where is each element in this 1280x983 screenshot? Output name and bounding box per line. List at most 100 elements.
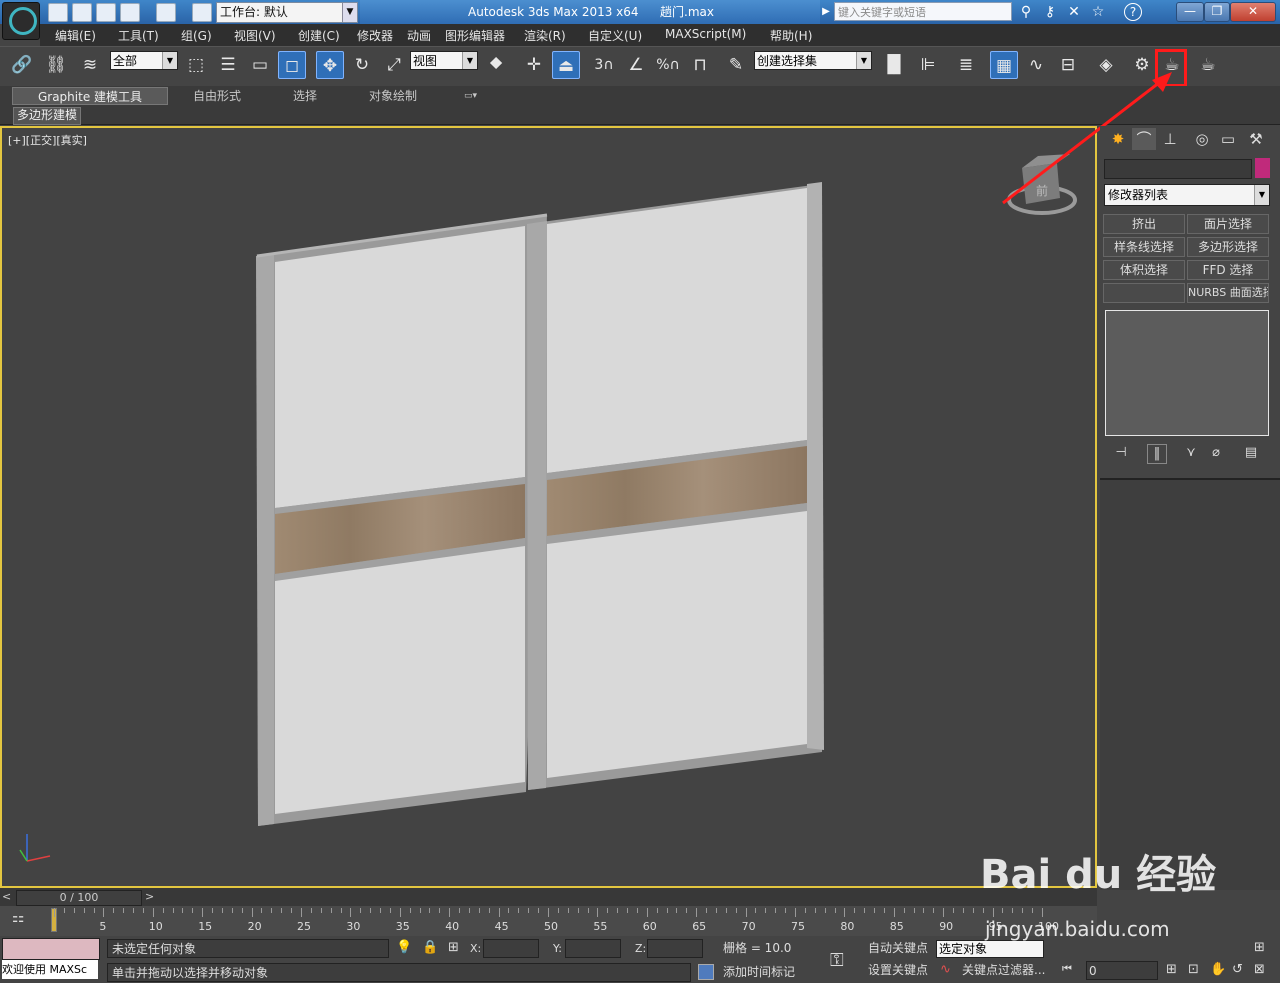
tools-icon[interactable]: ✕ — [1064, 3, 1084, 21]
schematic-view-icon[interactable]: ⊟ — [1054, 51, 1082, 79]
time-slider[interactable]: < 0 / 100 > — [0, 888, 1097, 906]
motion-tab-icon[interactable]: ◎ — [1190, 128, 1214, 150]
star-icon[interactable]: ☆ — [1088, 3, 1108, 21]
pivot-center-icon[interactable]: ⯁ — [482, 51, 510, 79]
redo-icon[interactable] — [156, 3, 176, 22]
key-mode-icon[interactable]: ⚿ — [830, 950, 844, 971]
menu-views[interactable]: 视图(V) — [234, 27, 276, 44]
time-tag-icon[interactable] — [698, 964, 714, 980]
orbit-icon[interactable]: ↺ — [1232, 962, 1243, 977]
isolate-selection-icon[interactable]: 💡 — [396, 940, 412, 955]
menu-modifiers[interactable]: 修改器 — [357, 27, 393, 44]
show-end-result-icon[interactable]: ‖ — [1147, 444, 1167, 464]
select-move-icon[interactable]: ✥ — [316, 51, 344, 79]
menu-create[interactable]: 创建(C) — [298, 27, 340, 44]
reference-coordinate-dropdown[interactable]: 视图 ▼ — [410, 51, 478, 70]
spinner-snap-icon[interactable]: ⊓ — [686, 51, 714, 79]
key-filters-button[interactable]: 关键点过滤器... — [962, 961, 1045, 980]
layer-manager-icon[interactable]: ≣ — [952, 51, 980, 79]
maximize-viewport-icon[interactable]: ⊠ — [1254, 962, 1265, 977]
poly-select-button[interactable]: 多边形选择 — [1187, 237, 1269, 257]
minimize-button[interactable]: — — [1176, 2, 1204, 22]
add-time-tag-button[interactable]: 添加时间标记 — [723, 963, 795, 982]
modify-tab-icon[interactable]: ⌒ — [1132, 128, 1156, 150]
mirror-icon[interactable]: ▐▌ — [880, 51, 908, 79]
time-slider-thumb[interactable]: 0 / 100 — [16, 890, 142, 906]
graphite-toggle-icon[interactable]: ▦ — [990, 51, 1018, 79]
chevron-left-icon[interactable]: < — [2, 890, 11, 903]
tab-graphite-modeling[interactable]: Graphite 建模工具 — [12, 87, 168, 105]
current-frame-field[interactable]: 0 — [1086, 961, 1158, 980]
angle-snap-icon[interactable]: ∠ — [622, 51, 650, 79]
chevron-right-icon[interactable]: > — [145, 890, 154, 903]
selection-filter-dropdown[interactable]: 全部 ▼ — [110, 51, 178, 70]
menu-help[interactable]: 帮助(H) — [770, 27, 812, 44]
named-selection-dropdown[interactable]: 创建选择集 ▼ — [754, 51, 872, 70]
chevron-right-icon[interactable]: ▶ — [820, 3, 832, 21]
keyboard-shortcut-override-icon[interactable]: ⏏ — [552, 51, 580, 79]
curve-editor-icon[interactable]: ∿ — [1022, 51, 1050, 79]
app-logo[interactable] — [2, 2, 40, 40]
configure-modifier-sets-icon[interactable]: ▤ — [1242, 444, 1260, 462]
y-coordinate-field[interactable] — [565, 939, 621, 958]
menu-group[interactable]: 组(G) — [181, 27, 212, 44]
extrude-button[interactable]: 挤出 — [1103, 214, 1185, 234]
spline-select-button[interactable]: 样条线选择 — [1103, 237, 1185, 257]
key-filter-selection-dropdown[interactable]: 选定对象 — [936, 940, 1044, 958]
ffd-select-button[interactable]: FFD 选择 — [1187, 260, 1269, 280]
pan-view-icon[interactable]: ✋ — [1210, 962, 1226, 977]
tab-selection[interactable]: 选择 — [293, 87, 317, 105]
project-folder-icon[interactable] — [192, 3, 212, 22]
time-configuration-icon[interactable]: ⊡ — [1188, 962, 1199, 977]
utilities-tab-icon[interactable]: ⚒ — [1244, 128, 1268, 150]
link-icon[interactable]: 🔗 — [8, 51, 36, 79]
key-mode-toggle-icon[interactable]: ⊞ — [1166, 962, 1177, 977]
key-icon[interactable]: ⚷ — [1040, 3, 1060, 21]
display-tab-icon[interactable]: ▭ — [1216, 128, 1240, 150]
polygon-modeling-panel[interactable]: 多边形建模 — [13, 107, 82, 125]
pin-stack-icon[interactable]: ⊣ — [1112, 444, 1130, 462]
empty-modifier-button[interactable] — [1103, 283, 1185, 303]
new-file-icon[interactable] — [48, 3, 68, 22]
select-rotate-icon[interactable]: ↻ — [348, 51, 376, 79]
maxscript-welcome[interactable]: 欢迎使用 MAXSc — [2, 960, 98, 979]
menu-graph-editors[interactable]: 图形编辑器 — [445, 27, 505, 44]
modifier-stack[interactable] — [1105, 310, 1269, 436]
menu-edit[interactable]: 编辑(E) — [55, 27, 96, 44]
patch-select-button[interactable]: 面片选择 — [1187, 214, 1269, 234]
restore-button[interactable]: ❐ — [1204, 2, 1230, 22]
select-object-icon[interactable]: ⬚ — [182, 51, 210, 79]
track-bar[interactable]: ⚏ 5 10 15 20 25 30 35 40 45 50 55 60 65 70 75 80 85 90 95 1… — [0, 906, 1097, 936]
workspace-dropdown[interactable]: 工作台: 默认 ▼ — [216, 2, 358, 23]
ribbon-options-icon[interactable]: ▭▾ — [464, 87, 477, 105]
render-production-icon[interactable]: ☕ — [1194, 51, 1222, 79]
search-input[interactable]: 键入关键字或短语 — [834, 2, 1012, 21]
tab-freeform[interactable]: 自由形式 — [193, 87, 241, 105]
select-manipulate-icon[interactable]: ✛ — [520, 51, 548, 79]
select-by-name-icon[interactable]: ☰ — [214, 51, 242, 79]
render-setup-icon[interactable]: ⚙ — [1128, 51, 1156, 79]
help-icon[interactable]: ? — [1124, 3, 1142, 21]
close-button[interactable]: ✕ — [1230, 2, 1276, 22]
nurbs-surface-select-button[interactable]: NURBS 曲面选择 — [1187, 283, 1269, 303]
remove-modifier-icon[interactable]: ⌀ — [1207, 444, 1225, 462]
go-to-start-icon[interactable]: ⏮ — [1062, 962, 1072, 976]
z-coordinate-field[interactable] — [647, 939, 703, 958]
zoom-extents-icon[interactable]: ⊞ — [1254, 940, 1265, 955]
viewcube-face-label[interactable]: 前 — [1036, 182, 1048, 199]
make-unique-icon[interactable]: ⋎ — [1182, 444, 1200, 462]
save-file-icon[interactable] — [96, 3, 116, 22]
window-crossing-icon[interactable]: ◻ — [278, 51, 306, 79]
tab-object-paint[interactable]: 对象绘制 — [369, 87, 417, 105]
viewport-perspective[interactable]: [+][正交][真实] 前 — [0, 126, 1097, 888]
percent-snap-icon[interactable]: %∩ — [654, 51, 682, 79]
menu-rendering[interactable]: 渲染(R) — [524, 27, 566, 44]
object-color-swatch[interactable] — [1255, 158, 1270, 178]
selection-lock-icon[interactable]: 🔒 — [422, 940, 438, 955]
absolute-mode-icon[interactable]: ⊞ — [448, 940, 459, 955]
menu-tools[interactable]: 工具(T) — [118, 27, 159, 44]
rectangular-selection-icon[interactable]: ▭ — [246, 51, 274, 79]
modifier-list-dropdown[interactable]: 修改器列表 ▼ — [1104, 184, 1270, 206]
hierarchy-tab-icon[interactable]: ⊥ — [1158, 128, 1182, 150]
maxscript-listener-mini[interactable] — [2, 938, 100, 960]
